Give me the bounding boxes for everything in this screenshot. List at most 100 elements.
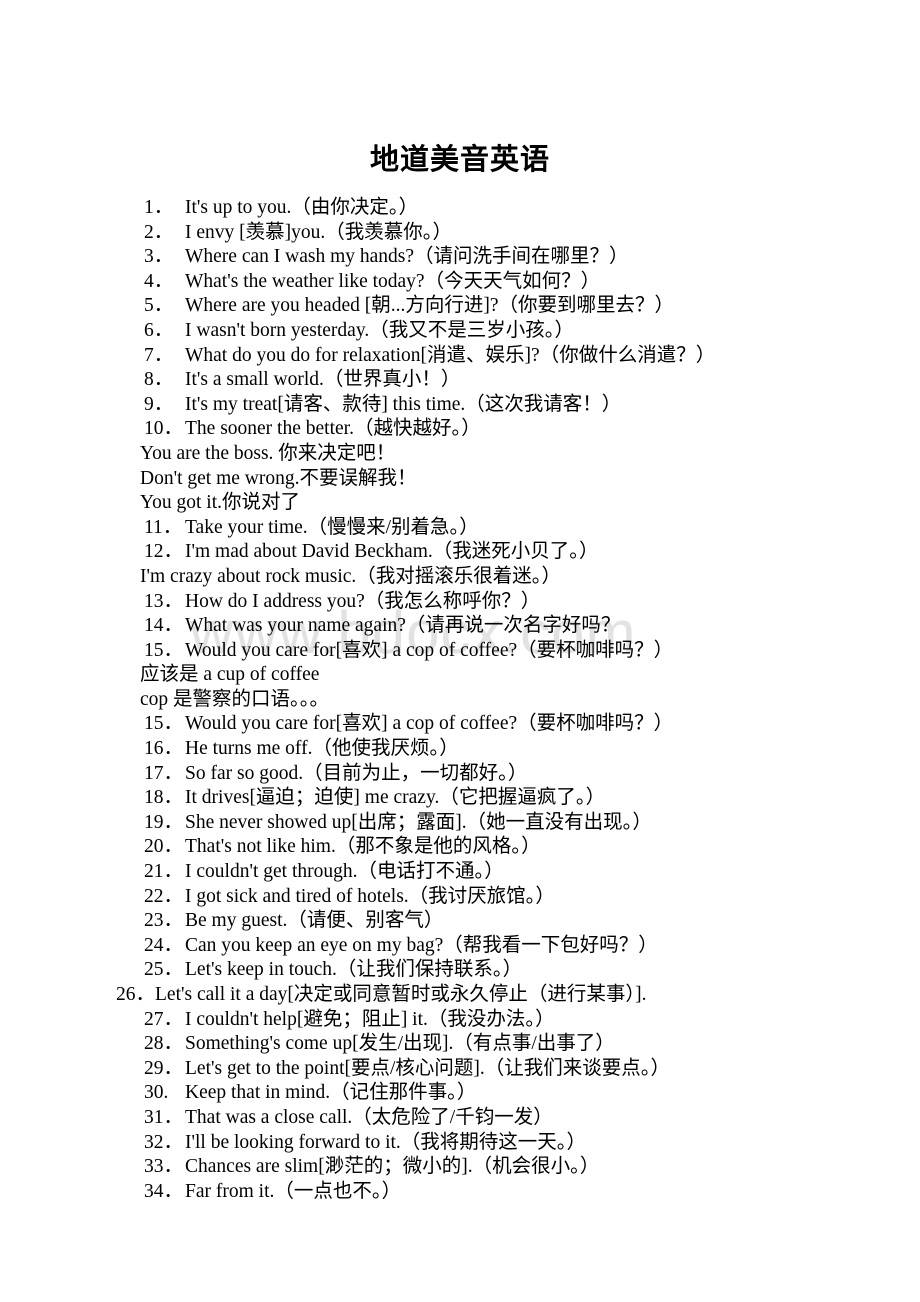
item-number: 19． — [144, 811, 184, 833]
item-text: You got it.你说对了 — [140, 492, 301, 514]
item-number: 13． — [144, 590, 184, 612]
phrase-list-item: 9． It's my treat[请客、款待] this time.（这次我请客！… — [0, 393, 920, 418]
item-number: 17． — [144, 762, 184, 784]
phrase-list-item: 24． Can you keep an eye on my bag?（帮我看一下包… — [0, 934, 920, 959]
item-number: 2． — [144, 221, 174, 243]
document-page: www.bdocx.com 地道美音英语 1． It's up to you.（由… — [0, 0, 920, 1302]
phrase-list-item: 20． That's not like him.（那不象是他的风格。） — [0, 835, 920, 860]
item-text: I got sick and tired of hotels.（我讨厌旅馆。） — [185, 885, 555, 907]
item-number: 34． — [144, 1180, 184, 1202]
phrase-list-item: 4． What's the weather like today?（今天天气如何？… — [0, 270, 920, 295]
phrase-list-item: 19． She never showed up[出席；露面].（她一直没有出现。） — [0, 811, 920, 836]
phrase-list-item: 16． He turns me off.（他使我厌烦。） — [0, 737, 920, 762]
item-text: 应该是 a cup of coffee — [140, 664, 320, 686]
item-number: 25． — [144, 959, 184, 981]
phrase-list-item: 5． Where are you headed [朝...方向行进]?（你要到哪里… — [0, 294, 920, 319]
phrase-list-item: 30. Keep that in mind.（记住那件事。） — [0, 1081, 920, 1106]
phrase-list-item: 33． Chances are slim[渺茫的；微小的].（机会很小。） — [0, 1155, 920, 1180]
item-number: 24． — [144, 934, 184, 956]
item-text: What was your name again?（请再说一次名字好吗？ — [185, 615, 621, 637]
item-text: I wasn't born yesterday.（我又不是三岁小孩。） — [185, 319, 574, 341]
item-number: 21． — [144, 861, 184, 883]
phrase-list-item: 1． It's up to you.（由你决定。） — [0, 196, 920, 221]
item-text: Be my guest.（请便、别客气） — [185, 910, 444, 932]
phrase-line: You got it.你说对了 — [0, 491, 920, 516]
phrase-list-item: 21． I couldn't get through.（电话打不通。） — [0, 860, 920, 885]
item-text: What do you do for relaxation[消遣、娱乐]?（你做… — [185, 344, 716, 366]
item-number: 28． — [144, 1033, 184, 1055]
phrase-list-item: 10． The sooner the better.（越快越好。） — [0, 417, 920, 442]
item-text: He turns me off.（他使我厌烦。） — [185, 738, 459, 760]
item-text: You are the boss. 你来决定吧！ — [140, 442, 396, 464]
item-number: 7． — [144, 344, 174, 366]
item-number: 12． — [144, 541, 184, 563]
item-number: 4． — [144, 270, 174, 292]
phrase-list-item: 31． That was a close call.（太危险了/千钧一发） — [0, 1106, 920, 1131]
phrase-list-item: 28． Something's come up[发生/出现].（有点事/出事了） — [0, 1032, 920, 1057]
phrase-list-item: 8． It's a small world.（世界真小！） — [0, 368, 920, 393]
item-number: 20． — [144, 836, 184, 858]
item-number: 6． — [144, 319, 174, 341]
item-number: 26． — [116, 984, 156, 1005]
phrase-list-item: 3． Where can I wash my hands?（请问洗手间在哪里？） — [0, 245, 920, 270]
item-text: I'm crazy about rock music.（我对摇滚乐很着迷。） — [140, 565, 562, 587]
phrase-list-item: 6． I wasn't born yesterday.（我又不是三岁小孩。） — [0, 319, 920, 344]
phrase-list-item: 2． I envy [羡慕]you.（我羡慕你。） — [0, 221, 920, 246]
item-text: Where can I wash my hands?（请问洗手间在哪里？） — [185, 246, 629, 268]
item-number: 22． — [144, 885, 184, 907]
phrase-line: Don't get me wrong.不要误解我！ — [0, 467, 920, 492]
item-text: That's not like him.（那不象是他的风格。） — [185, 836, 541, 858]
item-text: I couldn't help[避免；阻止] it.（我没办法。） — [185, 1008, 555, 1030]
item-text: I couldn't get through.（电话打不通。） — [185, 861, 504, 883]
item-number: 9． — [144, 393, 174, 415]
item-text: So far so good.（目前为止，一切都好。） — [185, 762, 528, 784]
item-text: It's my treat[请客、款待] this time.（这次我请客！） — [185, 393, 622, 415]
item-number: 3． — [144, 246, 174, 268]
phrase-list-item: 12． I'm mad about David Beckham.（我迷死小贝了。） — [0, 540, 920, 565]
phrase-list-item: 14． What was your name again?（请再说一次名字好吗？ — [0, 614, 920, 639]
phrase-list-item: 22． I got sick and tired of hotels.（我讨厌旅馆… — [0, 885, 920, 910]
item-text: The sooner the better.（越快越好。） — [185, 418, 481, 440]
item-number: 18． — [144, 787, 184, 809]
item-number: 23． — [144, 910, 184, 932]
item-text: Far from it.（一点也不。） — [185, 1180, 402, 1202]
item-number: 11． — [144, 516, 183, 538]
item-number: 16． — [144, 738, 184, 760]
item-number: 33． — [144, 1156, 184, 1178]
item-text: Would you care for[喜欢] a cop of coffee?（… — [185, 713, 674, 735]
item-text: That was a close call.（太危险了/千钧一发） — [185, 1106, 553, 1128]
item-text: How do I address you?（我怎么称呼你？） — [185, 590, 541, 612]
item-number: 29． — [144, 1057, 184, 1079]
phrase-line: cop 是警察的口语。。。 — [0, 688, 920, 713]
phrase-line: I'm crazy about rock music.（我对摇滚乐很着迷。） — [0, 565, 920, 590]
item-text: Let's keep in touch.（让我们保持联系。） — [185, 959, 523, 981]
item-text: Would you care for[喜欢] a cop of coffee?（… — [185, 639, 674, 661]
phrase-list-item: 29． Let's get to the point[要点/核心问题].（让我们来… — [0, 1057, 920, 1082]
item-number: 32． — [144, 1131, 184, 1153]
item-number: 8． — [144, 369, 174, 391]
item-text: I'll be looking forward to it.（我将期待这一天。） — [185, 1131, 587, 1153]
phrase-list-item: 23． Be my guest.（请便、别客气） — [0, 909, 920, 934]
phrase-list-item: 15． Would you care for[喜欢] a cop of coffe… — [0, 712, 920, 737]
item-text: Where are you headed [朝...方向行进]?（你要到哪里去？… — [185, 295, 674, 317]
item-text: Chances are slim[渺茫的；微小的].（机会很小。） — [185, 1156, 600, 1178]
item-text: Can you keep an eye on my bag?（帮我看一下包好吗？… — [185, 934, 658, 956]
phrase-list-item: 13． How do I address you?（我怎么称呼你？） — [0, 590, 920, 615]
phrase-list-item: 32． I'll be looking forward to it.（我将期待这一… — [0, 1131, 920, 1156]
page-title: 地道美音英语 — [369, 144, 550, 176]
phrase-list-item: 15． Would you care for[喜欢] a cop of coffe… — [0, 639, 920, 664]
item-number: 14． — [144, 615, 184, 637]
item-text: It drives[逼迫；迫使] me crazy.（它把握逼疯了。） — [185, 787, 606, 809]
item-number: 5． — [144, 295, 174, 317]
item-text: Something's come up[发生/出现].（有点事/出事了） — [185, 1033, 615, 1055]
item-number: 1． — [144, 197, 174, 218]
item-number: 15． — [144, 639, 184, 661]
phrase-list-item: 11． Take your time.（慢慢来/别着急。） — [0, 516, 920, 541]
phrase-list-item: 34． Far from it.（一点也不。） — [0, 1180, 920, 1205]
phrase-list: 1． It's up to you.（由你决定。） 2． I envy [羡慕]you… — [0, 196, 920, 1204]
item-text: Let's call it a day[决定或同意暂时或永久停止（进行某事）]. — [155, 984, 647, 1005]
item-text: Keep that in mind.（记住那件事。） — [185, 1082, 477, 1104]
item-text: What's the weather like today?（今天天气如何？） — [185, 270, 601, 292]
phrase-line: You are the boss. 你来决定吧！ — [0, 442, 920, 467]
item-number: 31． — [144, 1106, 184, 1128]
